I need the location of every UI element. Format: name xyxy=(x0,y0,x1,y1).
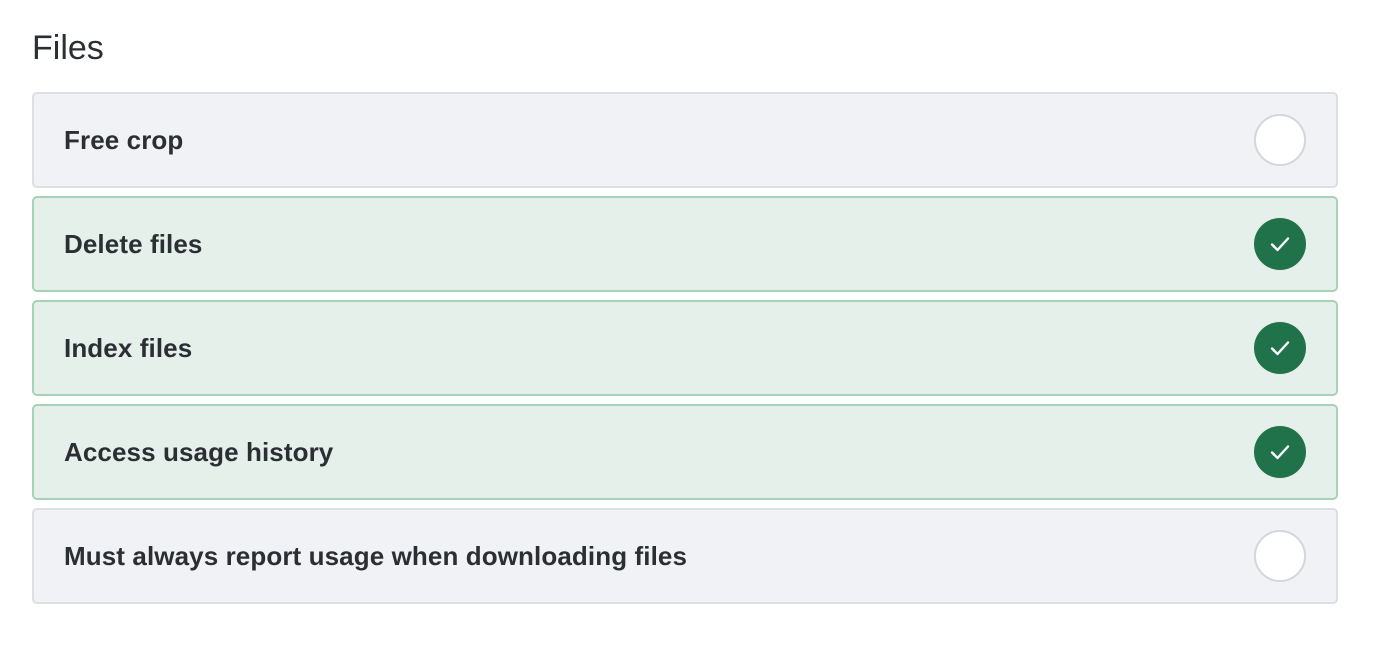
checkbox-indicator[interactable] xyxy=(1254,426,1306,478)
checkbox-indicator[interactable] xyxy=(1254,114,1306,166)
checkbox-indicator[interactable] xyxy=(1254,530,1306,582)
checkmark-icon xyxy=(1270,237,1290,252)
option-must-report-usage[interactable]: Must always report usage when downloadin… xyxy=(32,508,1338,604)
option-label: Free crop xyxy=(64,124,184,155)
checkbox-indicator[interactable] xyxy=(1254,322,1306,374)
option-index-files[interactable]: Index files xyxy=(32,300,1338,396)
section-title: Files xyxy=(32,29,104,67)
option-free-crop[interactable]: Free crop xyxy=(32,92,1338,188)
option-label: Index files xyxy=(64,332,193,363)
checkmark-icon xyxy=(1270,445,1290,460)
checkmark-icon xyxy=(1270,341,1290,356)
checkbox-indicator[interactable] xyxy=(1254,218,1306,270)
option-delete-files[interactable]: Delete files xyxy=(32,196,1338,292)
permissions-panel: Files Free crop Delete files Index files xyxy=(0,0,1386,656)
option-label: Must always report usage when downloadin… xyxy=(64,540,688,571)
option-label: Delete files xyxy=(64,228,203,259)
option-access-usage-history[interactable]: Access usage history xyxy=(32,404,1338,500)
options-list: Free crop Delete files Index files Acces… xyxy=(32,92,1338,612)
option-label: Access usage history xyxy=(64,436,334,467)
